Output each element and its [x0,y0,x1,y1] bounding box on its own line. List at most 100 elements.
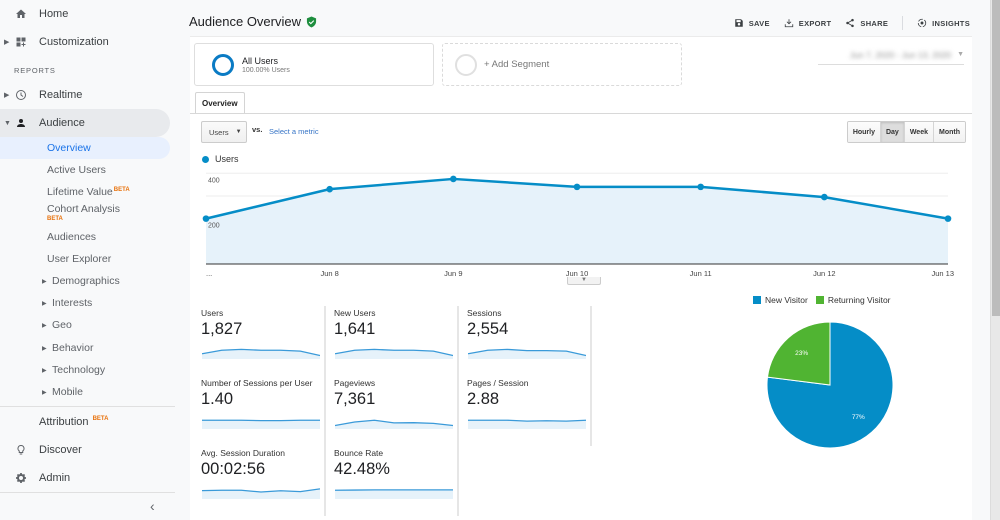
metric-value: 2.88 [467,390,500,408]
legend-label: Returning Visitor [827,295,891,305]
sidebar-subitem-demographics[interactable]: ▶ Demographics [0,270,170,292]
granularity-day-button[interactable]: Day [880,122,905,142]
sidebar-item-label: Audience [39,117,85,129]
share-label: SHARE [860,18,889,28]
segment-ring-icon [212,53,234,76]
save-button[interactable]: SAVE [734,18,770,28]
legend-swatch [815,296,824,304]
granularity-week-button[interactable]: Week [904,122,934,142]
sparkline [335,348,453,359]
sidebar-subitem-active-users[interactable]: Active Users [0,159,170,181]
metric-value: 1.40 [201,390,234,408]
sidebar-subitem-user-explorer[interactable]: User Explorer [0,248,170,270]
data-point [573,183,581,191]
sparkline [468,419,586,429]
metric-value: 7,361 [334,390,376,408]
legend-swatch [202,155,209,163]
caret-down-icon: ▼ [4,119,11,127]
sidebar-subitem-label: Demographics [52,275,120,287]
sidebar-subitem-label: Geo [52,319,72,331]
sidebar-subitem-label: Overview [47,142,91,154]
sidebar-subitem-label: Technology [52,364,106,376]
caret-right-icon: ▶ [4,39,10,46]
metric-value: 1,641 [334,320,376,338]
sidebar-subitem-lifetime-value[interactable]: Lifetime ValueBETA [0,181,170,203]
sidebar-item-audience[interactable]: ▼ Audience [0,109,170,137]
pie-legend: New Visitor Returning Visitor [753,295,891,305]
x-tick-label: ... [206,269,212,277]
sidebar-item-label: Home [39,8,69,20]
sidebar-item-admin[interactable]: Admin [0,464,170,492]
granularity-month-button[interactable]: Month [934,122,965,142]
legend-item-returning-visitor: Returning Visitor [815,295,891,305]
legend-swatch [753,296,761,304]
insights-icon [918,18,927,28]
insights-button[interactable]: INSIGHTS [917,18,970,28]
metric-value: 00:02:56 [201,460,266,478]
sidebar-item-label: Discover [39,444,82,456]
sidebar-item-attribution[interactable]: Attribution BETA [0,408,170,436]
chevron-left-icon[interactable]: ‹ [150,498,155,514]
page-scrollbar[interactable] [990,0,1000,520]
sidebar-item-label: Admin [39,472,71,484]
sidebar-item-customization[interactable]: ▶ Customization [0,28,170,56]
caret-right-icon: ▶ [42,278,47,285]
sidebar-subitem-audiences[interactable]: Audiences [0,226,170,248]
x-tick-label: Jun 13 [931,269,954,277]
metric-value: 1,827 [201,320,243,338]
scrollbar-thumb[interactable] [992,0,1000,316]
data-point [821,193,828,201]
tab-overview[interactable]: Overview [195,92,245,114]
date-range-picker[interactable]: Jun 7, 2020 - Jun 13, 2020 ▼ [818,45,964,65]
actions-divider [902,16,904,30]
metric-select[interactable]: Users ▼ [201,121,247,143]
metric-card[interactable]: Pageviews 7,361 [323,378,453,442]
x-tick-label: Jun 10 [566,269,589,277]
sidebar-divider [0,492,175,493]
metric-label: New Users [334,308,376,318]
insights-label: INSIGHTS [932,18,970,28]
sidebar-subitem-technology[interactable]: ▶ Technology [0,359,170,381]
data-point [697,183,704,191]
caret-right-icon: ▶ [42,322,47,329]
sidebar-subitem-mobile[interactable]: ▶ Mobile [0,381,170,403]
add-segment-button[interactable]: + Add Segment [442,43,682,86]
chart-resize-handle[interactable]: ▼ [567,277,601,285]
metric-label: Pageviews [334,378,376,388]
sidebar-subitem-geo[interactable]: ▶ Geo [0,314,170,336]
page-title: Audience Overview [189,14,317,29]
export-button[interactable]: EXPORT [784,18,832,28]
metric-select-value: Users [209,127,229,137]
granularity-hourly-button[interactable]: Hourly [847,122,881,142]
data-point [202,215,210,222]
sidebar-divider [0,406,175,407]
metric-card[interactable]: Sessions 2,554 [456,308,586,372]
select-metric-link[interactable]: Select a metric [269,127,319,136]
share-button[interactable]: SHARE [845,18,888,28]
sparkline-area [202,420,320,429]
section-title-reports: REPORTS [14,66,56,75]
metric-card[interactable]: Number of Sessions per User 1.40 [190,378,320,442]
sidebar-item-home[interactable]: Home [0,0,170,28]
download-icon [784,19,793,28]
sidebar-subitem-overview[interactable]: Overview [0,137,170,159]
sidebar-subitem-label: Mobile [52,386,83,398]
sidebar-subitem-label: User Explorer [47,253,112,265]
sparkline [202,348,320,359]
metric-card[interactable]: Users 1,827 [190,308,320,372]
metric-card[interactable]: Bounce Rate 42.48% [323,448,453,512]
metric-card[interactable]: Avg. Session Duration 00:02:56 [190,448,320,512]
metric-card[interactable]: Pages / Session 2.88 [456,378,586,442]
export-label: EXPORT [798,18,832,28]
sidebar-subitem-label: Active Users [47,164,106,176]
sparkline-area [335,489,453,499]
sidebar-subitem-interests[interactable]: ▶ Interests [0,292,170,314]
y-tick-label: 400 [208,177,220,184]
sidebar-subitem-behavior[interactable]: ▶ Behavior [0,337,170,359]
segment-all-users[interactable]: All Users 100.00% Users [194,43,434,86]
metric-card[interactable]: New Users 1,641 [323,308,453,372]
sidebar-subitem-cohort-analysis[interactable]: Cohort Analysis BETA [0,201,170,227]
sidebar-item-realtime[interactable]: ▶ Realtime [0,81,170,109]
sidebar-item-discover[interactable]: Discover [0,436,170,464]
x-tick-label: Jun 9 [444,269,462,277]
